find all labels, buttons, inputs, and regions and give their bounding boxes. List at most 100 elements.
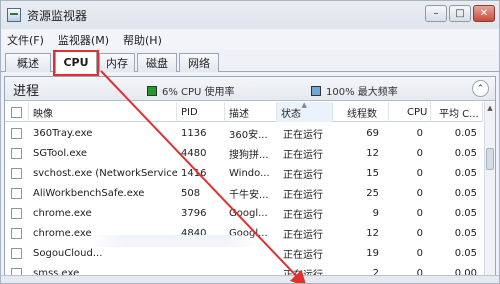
header-pid[interactable]: PID	[177, 102, 225, 122]
next-section-header[interactable]	[1, 275, 499, 283]
row-checkbox-cell	[11, 224, 25, 242]
row-checkbox-cell	[11, 184, 25, 202]
header-select-all[interactable]	[5, 102, 29, 122]
cell-image: svchost.exe (NetworkService)	[33, 167, 177, 179]
scroll-up-icon[interactable]: ▲	[485, 102, 495, 113]
cell-cpu: 0	[416, 227, 423, 239]
cell-avg: 0.05	[454, 127, 477, 139]
row-checkbox-cell	[11, 124, 25, 142]
window-title: 资源监视器	[27, 8, 88, 23]
tab-network[interactable]: 网络	[179, 53, 219, 72]
cell-image: AliWorkbenchSafe.exe	[33, 187, 145, 199]
cell-cpu: 0	[416, 127, 423, 139]
cell-status: 正在运行	[283, 189, 323, 201]
scroll-thumb[interactable]	[486, 148, 494, 170]
max-frequency-swatch	[311, 85, 321, 96]
cell-pid: 1416	[181, 167, 207, 179]
collapse-button[interactable]: ⌃	[472, 80, 489, 97]
row-checkbox[interactable]	[11, 167, 22, 179]
table-row[interactable]: AliWorkbenchSafe.exe 508 千牛安... 正在运行 25 0 0.05	[5, 184, 483, 202]
cell-avg: 0.05	[454, 227, 477, 239]
resource-monitor-icon	[7, 8, 21, 22]
minimize-button[interactable]: –	[425, 5, 447, 22]
tab-memory[interactable]: 内存	[99, 53, 135, 72]
row-checkbox[interactable]	[11, 147, 22, 159]
cell-pid: 1136	[181, 127, 207, 139]
header-average-cpu[interactable]: 平均 C...	[431, 102, 483, 122]
header-status[interactable]: 状态 ▲	[277, 101, 333, 122]
cell-desc: 搜狗拼...	[229, 149, 269, 161]
cell-cpu: 0	[416, 167, 423, 179]
cell-pid: 3796	[181, 207, 207, 219]
table-row[interactable]: svchost.exe (NetworkService) 1416 Windo...…	[5, 164, 483, 182]
cell-image: 360Tray.exe	[33, 127, 93, 139]
cell-desc: 千牛安...	[229, 189, 269, 201]
header-threads[interactable]: 线程数	[333, 102, 389, 122]
cell-cpu: 0	[416, 147, 423, 159]
header-description[interactable]: 描述	[225, 102, 277, 122]
table-row[interactable]: chrome.exe 3796 Googl... 正在运行 9 0 0.05	[5, 204, 483, 222]
processes-header[interactable]: 进程 6% CPU 使用率 100% 最大频率 ⌃	[5, 77, 495, 101]
max-frequency-legend: 100% 最大频率	[311, 83, 398, 98]
max-frequency-text: 100% 最大频率	[326, 87, 398, 98]
redaction-blur	[89, 235, 259, 247]
menu-bar: 文件(F) 监视器(M) 帮助(H)	[1, 29, 499, 50]
cell-status: 正在运行	[283, 169, 323, 181]
maximize-button[interactable]: □	[449, 5, 471, 22]
cell-threads: 9	[372, 207, 379, 219]
title-bar: 资源监视器 – □ ✕	[1, 1, 499, 29]
header-cpu[interactable]: CPU	[389, 102, 431, 122]
cell-threads: 25	[366, 187, 379, 199]
cpu-usage-text: 6% CPU 使用率	[162, 87, 235, 98]
window-controls: – □ ✕	[425, 5, 495, 22]
cell-cpu: 0	[416, 247, 423, 259]
cell-status: 正在运行	[283, 129, 323, 141]
table-row[interactable]: 360Tray.exe 1136 360安... 正在运行 69 0 0.05	[5, 124, 483, 142]
cell-avg: 0.05	[454, 247, 477, 259]
row-checkbox-cell	[11, 164, 25, 182]
cell-status: 正在运行	[283, 249, 323, 261]
cell-avg: 0.05	[454, 207, 477, 219]
cell-cpu: 0	[416, 207, 423, 219]
cell-avg: 0.05	[454, 187, 477, 199]
cell-threads: 12	[366, 227, 379, 239]
cell-desc: 360安...	[229, 129, 268, 141]
cell-cpu: 0	[416, 187, 423, 199]
cell-desc: Windo...	[229, 167, 270, 179]
header-image[interactable]: 映像	[29, 102, 177, 122]
cell-avg: 0.05	[454, 167, 477, 179]
cell-threads: 69	[366, 127, 379, 139]
menu-file[interactable]: 文件(F)	[7, 32, 44, 48]
processes-panel: 进程 6% CPU 使用率 100% 最大频率 ⌃ 映像 PID 描述 状态 ▲…	[4, 76, 496, 283]
row-checkbox[interactable]	[11, 127, 22, 139]
close-button[interactable]: ✕	[473, 5, 495, 22]
tab-overview[interactable]: 概述	[5, 53, 51, 72]
cpu-usage-legend: 6% CPU 使用率	[147, 83, 235, 98]
cell-desc: Googl...	[229, 207, 268, 219]
resource-monitor-window: 资源监视器 – □ ✕ 文件(F) 监视器(M) 帮助(H) 概述 CPU 内存…	[0, 0, 500, 284]
row-checkbox-cell	[11, 144, 25, 162]
select-all-checkbox[interactable]	[11, 106, 22, 118]
sort-ascending-icon: ▲	[301, 101, 307, 109]
tab-disk[interactable]: 磁盘	[137, 53, 177, 72]
menu-help[interactable]: 帮助(H)	[123, 32, 162, 48]
cell-status: 正在运行	[283, 209, 323, 221]
cell-pid: 508	[181, 187, 201, 199]
row-checkbox[interactable]	[11, 227, 22, 239]
row-checkbox-cell	[11, 204, 25, 222]
cell-status: 正在运行	[283, 149, 323, 161]
cell-threads: 12	[366, 147, 379, 159]
cell-image: chrome.exe	[33, 207, 92, 219]
cell-status: 正在运行	[283, 229, 323, 241]
row-checkbox[interactable]	[11, 187, 22, 199]
table-row[interactable]: SGTool.exe 4480 搜狗拼... 正在运行 12 0 0.05	[5, 144, 483, 162]
row-checkbox[interactable]	[11, 247, 22, 259]
menu-monitor[interactable]: 监视器(M)	[58, 32, 109, 48]
vertical-scrollbar[interactable]: ▲ ▼	[484, 102, 495, 283]
cpu-usage-swatch	[147, 85, 157, 96]
cell-threads: 19	[366, 247, 379, 259]
cell-avg: 0.05	[454, 147, 477, 159]
row-checkbox[interactable]	[11, 207, 22, 219]
processes-title: 进程	[13, 84, 40, 99]
status-header-label: 状态	[281, 108, 301, 120]
